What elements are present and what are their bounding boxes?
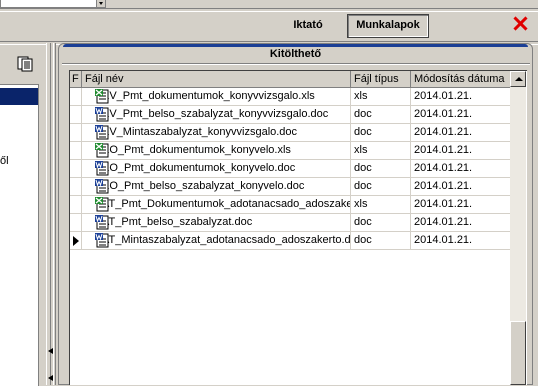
column-header-modified-date[interactable]: Módosítás dátuma bbox=[411, 71, 511, 88]
file-name-cell[interactable]: KO_Pmt_dokumentumok_konyvelo.xls bbox=[82, 142, 351, 160]
file-name-text: AT_Pmt_belso_szabalyzat.doc bbox=[102, 216, 253, 228]
row-indicator[interactable] bbox=[70, 124, 82, 142]
file-type-cell[interactable]: xls bbox=[351, 142, 411, 160]
modified-date-cell[interactable]: 2014.01.21. bbox=[411, 106, 511, 124]
file-type-cell[interactable]: xls bbox=[351, 88, 411, 106]
table-row[interactable]: AT_Pmt_belso_szabalyzat.doc doc 2014.01.21… bbox=[70, 214, 511, 232]
doc-icon bbox=[95, 215, 109, 230]
file-type-cell[interactable]: doc bbox=[351, 178, 411, 196]
row-indicator[interactable] bbox=[70, 196, 82, 214]
table-row[interactable]: KO_Pmt_dokumentumok_konyvelo.xls xls 2014.… bbox=[70, 142, 511, 160]
modified-date-cell[interactable]: 2014.01.21. bbox=[411, 124, 511, 142]
file-type-cell[interactable]: doc bbox=[351, 160, 411, 178]
file-grid[interactable]: F Fájl név Fájl típus Módosítás dátuma K… bbox=[69, 70, 527, 385]
column-header-f[interactable]: F bbox=[70, 71, 82, 88]
row-indicator[interactable] bbox=[70, 106, 82, 124]
doc-icon bbox=[95, 125, 109, 140]
current-row-pointer-icon bbox=[73, 236, 79, 246]
file-type-cell[interactable]: doc bbox=[351, 214, 411, 232]
xls-icon bbox=[95, 89, 109, 104]
file-name-text: AT_Mintaszabalyzat_adotanacsado_adoszake… bbox=[102, 234, 351, 246]
splitter-grip bbox=[50, 43, 54, 385]
file-type-cell[interactable]: xls bbox=[351, 196, 411, 214]
tab-kitoltheto[interactable]: Kitölthető bbox=[58, 48, 533, 60]
table-row[interactable]: AT_Mintaszabalyzat_adotanacsado_adoszake… bbox=[70, 232, 511, 250]
table-row[interactable]: KV_Mintaszabalyzat_konyvvizsgalo.doc doc 2… bbox=[70, 124, 511, 142]
modified-date-cell[interactable]: 2014.01.21. bbox=[411, 178, 511, 196]
xls-icon bbox=[95, 197, 109, 212]
scroll-up-button[interactable] bbox=[510, 71, 526, 87]
close-icon[interactable] bbox=[512, 15, 528, 31]
modified-date-cell[interactable]: 2014.01.21. bbox=[411, 214, 511, 232]
table-row[interactable]: KV_Pmt_dokumentumok_konyvvizsgalo.xls xls… bbox=[70, 88, 511, 106]
table-row[interactable]: KV_Pmt_belso_szabalyzat_konyvvizsgalo.do… bbox=[70, 106, 511, 124]
file-name-text: KO_Pmt_dokumentumok_konyvelo.xls bbox=[102, 144, 291, 156]
left-tree-list[interactable]: ől bbox=[0, 84, 39, 386]
modified-date-cell[interactable]: 2014.01.21. bbox=[411, 160, 511, 178]
left-selected-item[interactable] bbox=[0, 88, 38, 105]
top-combo-box[interactable] bbox=[0, 0, 106, 8]
row-indicator[interactable] bbox=[70, 160, 82, 178]
row-indicator[interactable] bbox=[70, 214, 82, 232]
vertical-scrollbar[interactable] bbox=[510, 71, 526, 385]
chevron-down-icon[interactable] bbox=[96, 0, 105, 7]
expand-left-icon[interactable] bbox=[48, 375, 53, 381]
modified-date-cell[interactable]: 2014.01.21. bbox=[411, 88, 511, 106]
table-row[interactable]: KO_Pmt_dokumentumok_konyvelo.doc doc 2014.… bbox=[70, 160, 511, 178]
collapse-left-icon[interactable] bbox=[48, 348, 53, 354]
tab-accent-bar bbox=[63, 44, 528, 47]
scroll-thumb[interactable] bbox=[510, 321, 526, 385]
iktato-button[interactable]: Iktató bbox=[284, 14, 332, 36]
file-name-cell[interactable]: AT_Mintaszabalyzat_adotanacsado_adoszake… bbox=[82, 232, 351, 250]
column-header-file-name[interactable]: Fájl név bbox=[82, 71, 351, 88]
doc-icon bbox=[95, 161, 109, 176]
file-type-cell[interactable]: doc bbox=[351, 232, 411, 250]
table-row[interactable]: KO_Pmt_belso_szabalyzat_konyvelo.doc doc 2… bbox=[70, 178, 511, 196]
file-type-cell[interactable]: doc bbox=[351, 124, 411, 142]
divider bbox=[62, 63, 530, 65]
file-name-text: KV_Pmt_dokumentumok_konyvvizsgalo.xls bbox=[102, 90, 315, 102]
file-name-cell[interactable]: KO_Pmt_belso_szabalyzat_konyvelo.doc bbox=[82, 178, 351, 196]
doc-icon bbox=[95, 179, 109, 194]
file-name-text: KV_Mintaszabalyzat_konyvvizsgalo.doc bbox=[102, 126, 298, 138]
file-name-text: KV_Pmt_belso_szabalyzat_konyvvizsgalo.do… bbox=[102, 108, 329, 120]
file-name-cell[interactable]: KO_Pmt_dokumentumok_konyvelo.doc bbox=[82, 160, 351, 178]
modified-date-cell[interactable]: 2014.01.21. bbox=[411, 232, 511, 250]
row-indicator[interactable] bbox=[70, 232, 82, 250]
file-name-text: AT_Pmt_Dokumentumok_adotanacsado_adoszak… bbox=[102, 198, 350, 210]
file-name-cell[interactable]: AT_Pmt_belso_szabalyzat.doc bbox=[82, 214, 351, 232]
file-name-cell[interactable]: KV_Pmt_dokumentumok_konyvvizsgalo.xls bbox=[82, 88, 351, 106]
file-name-cell[interactable]: KV_Mintaszabalyzat_konyvvizsgalo.doc bbox=[82, 124, 351, 142]
divider bbox=[0, 8, 538, 12]
file-name-cell[interactable]: AT_Pmt_Dokumentumok_adotanacsado_adoszak… bbox=[82, 196, 351, 214]
xls-icon bbox=[95, 143, 109, 158]
file-name-text: KO_Pmt_belso_szabalyzat_konyvelo.doc bbox=[102, 180, 305, 192]
file-type-cell[interactable]: doc bbox=[351, 106, 411, 124]
column-header-file-type[interactable]: Fájl típus bbox=[351, 71, 411, 88]
row-indicator[interactable] bbox=[70, 142, 82, 160]
left-list-partial-text: ől bbox=[0, 155, 9, 167]
doc-icon bbox=[95, 233, 109, 248]
doc-icon bbox=[95, 107, 109, 122]
row-indicator[interactable] bbox=[70, 88, 82, 106]
documents-icon[interactable] bbox=[17, 56, 35, 72]
table-row[interactable]: AT_Pmt_Dokumentumok_adotanacsado_adoszak… bbox=[70, 196, 511, 214]
file-name-text: KO_Pmt_dokumentumok_konyvelo.doc bbox=[102, 162, 296, 174]
modified-date-cell[interactable]: 2014.01.21. bbox=[411, 196, 511, 214]
modified-date-cell[interactable]: 2014.01.21. bbox=[411, 142, 511, 160]
row-indicator[interactable] bbox=[70, 178, 82, 196]
munkalapok-button[interactable]: Munkalapok bbox=[347, 14, 429, 38]
file-name-cell[interactable]: KV_Pmt_belso_szabalyzat_konyvvizsgalo.do… bbox=[82, 106, 351, 124]
splitter[interactable] bbox=[46, 43, 56, 385]
